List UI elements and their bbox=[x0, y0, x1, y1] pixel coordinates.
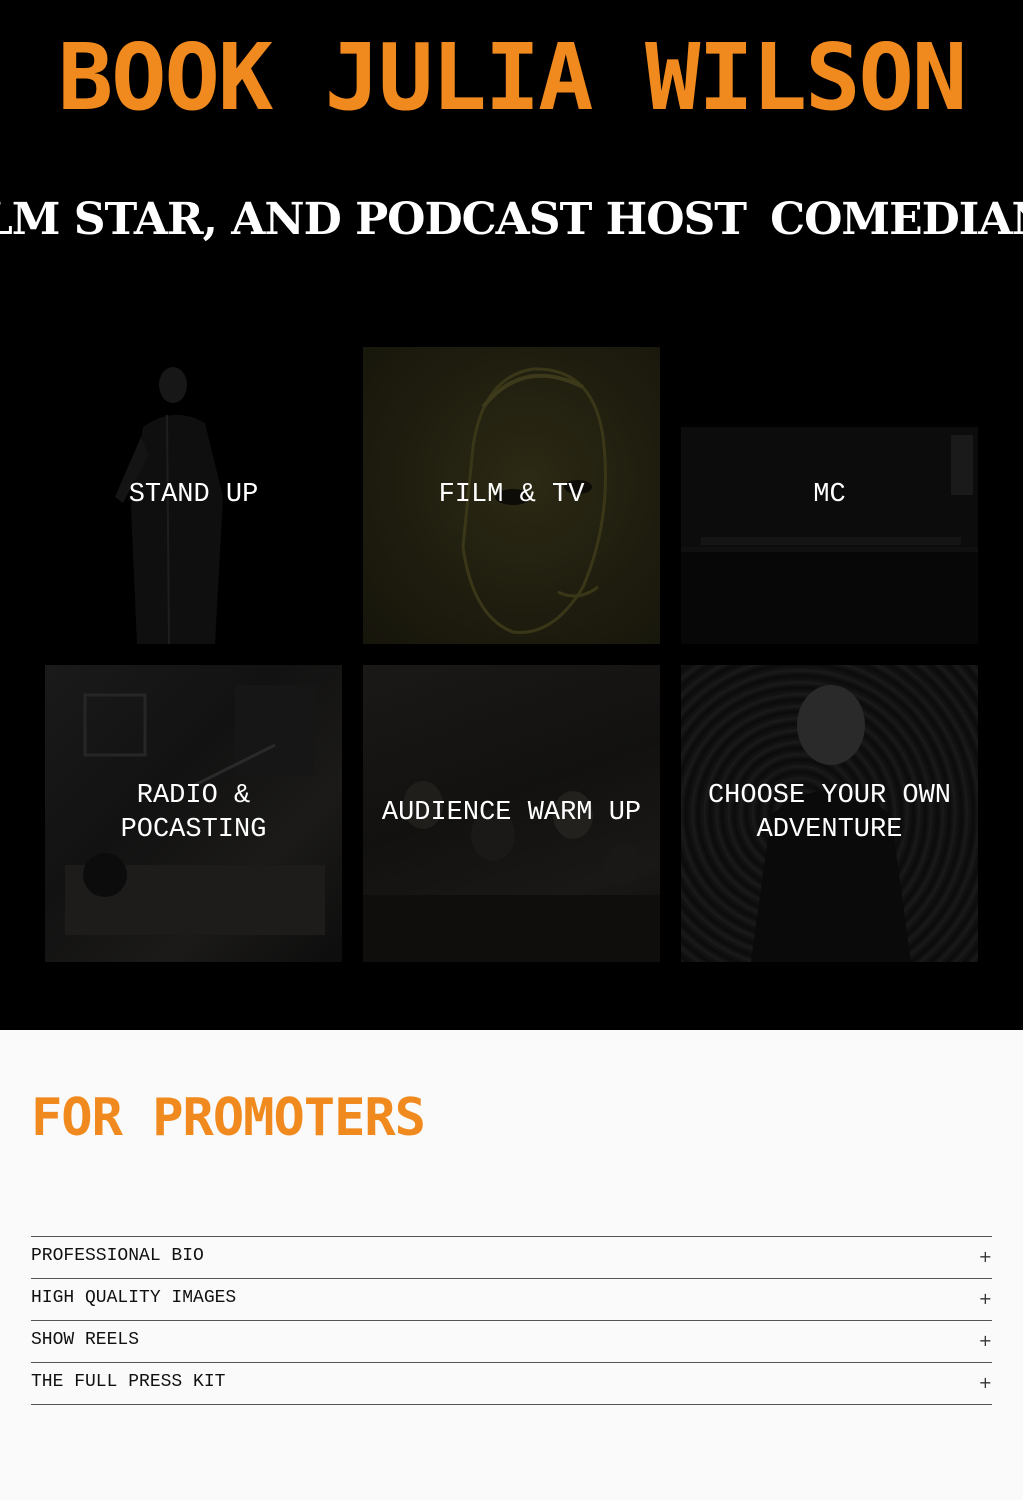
tile-mc[interactable]: MC bbox=[681, 347, 978, 644]
plus-icon[interactable]: + bbox=[979, 1289, 992, 1309]
marquee-track: FILM STAR, AND PODCAST HOST COMEDIAN, FIL… bbox=[0, 188, 1023, 252]
tile-label: AUDIENCE WARM UP bbox=[381, 797, 642, 828]
tile-label: RADIO & POCASTING bbox=[120, 780, 267, 845]
accordion-item-professional-bio[interactable]: PROFESSIONAL BIO + bbox=[31, 1237, 992, 1279]
tile-audience-warm-up[interactable]: AUDIENCE WARM UP bbox=[363, 665, 660, 962]
tile-label: STAND UP bbox=[128, 479, 259, 510]
accordion-item-label: PROFESSIONAL BIO bbox=[31, 1246, 204, 1266]
plus-icon[interactable]: + bbox=[979, 1247, 992, 1267]
accordion-item-label: HIGH QUALITY IMAGES bbox=[31, 1288, 237, 1308]
tile-label: FILM & TV bbox=[438, 479, 585, 510]
accordion-item-show-reels[interactable]: SHOW REELS + bbox=[31, 1321, 992, 1363]
accordion-item-label: SHOW REELS bbox=[31, 1330, 140, 1350]
tile-stand-up[interactable]: STAND UP bbox=[45, 347, 342, 644]
promoters-section: FOR PROMOTERS PROFESSIONAL BIO + HIGH QU… bbox=[0, 1030, 1023, 1500]
accordion-item-label: THE FULL PRESS KIT bbox=[31, 1372, 226, 1392]
tile-choose-your-own-adventure[interactable]: CHOOSE YOUR OWN ADVENTURE bbox=[681, 665, 978, 962]
promoters-accordion: PROFESSIONAL BIO + HIGH QUALITY IMAGES +… bbox=[31, 1236, 992, 1405]
tagline-marquee: FILM STAR, AND PODCAST HOST COMEDIAN, FIL… bbox=[0, 188, 1023, 252]
tile-film-tv[interactable]: FILM & TV bbox=[363, 347, 660, 644]
accordion-item-high-quality-images[interactable]: HIGH QUALITY IMAGES + bbox=[31, 1279, 992, 1321]
tile-label: CHOOSE YOUR OWN ADVENTURE bbox=[707, 780, 952, 845]
marquee-text: COMEDIAN, FILM STAR, AND PODCAST HOST bbox=[770, 194, 1023, 245]
section-title: FOR PROMOTERS bbox=[31, 1088, 426, 1148]
marquee-text: FILM STAR, AND PODCAST HOST bbox=[0, 194, 747, 245]
plus-icon[interactable]: + bbox=[979, 1373, 992, 1393]
plus-icon[interactable]: + bbox=[979, 1331, 992, 1351]
tile-label: MC bbox=[813, 479, 846, 510]
hero-section: BOOK JULIA WILSON FILM STAR, AND PODCAST… bbox=[0, 0, 1023, 1030]
tile-radio-podcasting[interactable]: RADIO & POCASTING bbox=[45, 665, 342, 962]
page-title: BOOK JULIA WILSON bbox=[57, 24, 968, 131]
accordion-item-full-press-kit[interactable]: THE FULL PRESS KIT + bbox=[31, 1363, 992, 1405]
